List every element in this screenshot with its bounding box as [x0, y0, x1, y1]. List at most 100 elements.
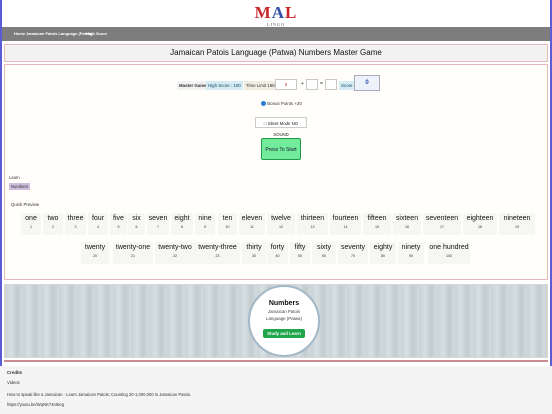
number-card[interactable]: one hundred 100	[428, 242, 470, 264]
number-card[interactable]: five 5	[110, 213, 127, 235]
credits-section: Credits Videos How to speak like a Jamai…	[0, 366, 552, 414]
number-digit: 20	[93, 254, 97, 258]
checkbox-icon: □	[263, 121, 267, 126]
quick-preview-label: Quick Preview	[11, 202, 40, 207]
nav-home-link[interactable]: Home	[14, 31, 25, 36]
number-card[interactable]: four 4	[88, 213, 108, 235]
number-digit: 30	[252, 254, 256, 258]
answer-field[interactable]	[325, 79, 337, 90]
number-card[interactable]: thirty 30	[242, 242, 266, 264]
nav-high-score-link[interactable]: High Score	[86, 31, 107, 36]
number-word: fourteen	[332, 215, 359, 222]
number-word: one	[25, 215, 37, 222]
number-card[interactable]: eight 8	[171, 213, 193, 235]
nav-patois-link[interactable]: Jamaican Patois Language (Patwa)	[26, 31, 93, 36]
number-digit: 17	[440, 225, 444, 229]
number-digit: 80	[381, 254, 385, 258]
number-word: sixty	[317, 244, 331, 251]
number-card[interactable]: eighteen 18	[463, 213, 497, 235]
videos-label: Videos	[7, 380, 20, 385]
number-card[interactable]: one 1	[21, 213, 41, 235]
number-card[interactable]: seventeen 17	[423, 213, 461, 235]
number-card[interactable]: forty 40	[267, 242, 288, 264]
score-value: 0	[354, 75, 380, 91]
number-digit: 70	[351, 254, 355, 258]
start-button[interactable]: Press To Start	[261, 138, 301, 160]
top-navbar: Home Jamaican Patois Language (Patwa) Hi…	[2, 27, 550, 41]
number-word: twenty	[84, 244, 106, 251]
number-word: two	[47, 215, 59, 222]
number-digit: 90	[409, 254, 413, 258]
number-card[interactable]: nineteen 19	[499, 213, 535, 235]
learn-label: Learn	[9, 175, 20, 180]
numbers-topic-card: Numbers Jamaican Patois Language (Patwa)…	[248, 285, 320, 357]
number-card[interactable]: two 2	[43, 213, 63, 235]
number-card[interactable]: fifty 50	[290, 242, 310, 264]
bonus-dot-icon	[261, 101, 266, 107]
number-digit: 15	[375, 225, 379, 229]
number-word: four	[91, 215, 105, 222]
plus-sign: +	[301, 81, 304, 87]
number-card[interactable]: eighty 80	[370, 242, 396, 264]
score-label: Score	[339, 81, 355, 90]
number-card[interactable]: nine 9	[195, 213, 215, 235]
number-word: seven	[148, 215, 168, 222]
numbers-tag[interactable]: Numbers	[9, 183, 30, 190]
number-digit: 18	[478, 225, 482, 229]
logo-letter-a: A	[271, 3, 285, 22]
credits-heading: Credits	[7, 370, 23, 375]
time-limit-label: Time Limit 1800	[244, 81, 280, 90]
number-card[interactable]: fourteen 14	[330, 213, 361, 235]
number-card[interactable]: seventy 70	[338, 242, 368, 264]
credit-video-link[interactable]: https://youtu.be/WqNK74nIbeg	[7, 402, 64, 407]
number-card[interactable]: twenty-three 23	[195, 242, 240, 264]
number-digit: 23	[215, 254, 220, 258]
number-word: thirteen	[300, 215, 325, 222]
number-word: thirty	[246, 244, 262, 251]
number-card[interactable]: twenty-two 22	[155, 242, 195, 264]
number-word: seventeen	[425, 215, 459, 222]
number-card[interactable]: ninety 90	[398, 242, 424, 264]
number-card[interactable]: twenty 20	[81, 242, 109, 264]
number-digit: 21	[131, 254, 135, 258]
number-digit: 10	[225, 225, 230, 229]
number-word: six	[132, 215, 141, 222]
number-word: five	[113, 215, 124, 222]
number-card[interactable]: six 6	[128, 213, 145, 235]
equals-sign: =	[320, 81, 323, 87]
operand-field[interactable]	[306, 79, 318, 90]
number-card[interactable]: ten 10	[218, 213, 237, 235]
number-card[interactable]: three 3	[65, 213, 86, 235]
number-digit: 1	[30, 225, 32, 229]
hero-banner: Numbers Jamaican Patois Language (Patwa)…	[4, 284, 548, 358]
number-word: eighteen	[466, 215, 494, 222]
number-digit: 6	[135, 225, 138, 229]
number-digit: 2	[52, 225, 54, 229]
number-word: nine	[198, 215, 212, 222]
number-card[interactable]: sixty 60	[312, 242, 336, 264]
page-title: Jamaican Patois Language (Patwa) Numbers…	[4, 44, 548, 62]
number-card[interactable]: thirteen 13	[297, 213, 328, 235]
number-word: ten	[222, 215, 233, 222]
number-card[interactable]: sixteen 16	[393, 213, 421, 235]
number-card[interactable]: fifteen 15	[363, 213, 391, 235]
time-value-field[interactable]: 0	[275, 79, 297, 90]
number-card[interactable]: seven 7	[147, 213, 169, 235]
number-card[interactable]: twenty-one 21	[113, 242, 153, 264]
site-logo[interactable]: MAL LINGO	[254, 3, 298, 28]
logo-letter-m: M	[254, 3, 272, 22]
number-digit: 4	[97, 225, 99, 229]
silent-mode-label: Silent Mode NO SOUND	[267, 121, 299, 137]
number-digit: 8	[181, 225, 183, 229]
number-word: three	[67, 215, 84, 222]
number-card[interactable]: twelve 12	[267, 213, 295, 235]
section-divider	[4, 360, 548, 362]
number-digit: 5	[117, 225, 120, 229]
number-digit: 19	[515, 225, 519, 229]
silent-mode-button[interactable]: □ Silent Mode NO SOUND	[255, 117, 307, 137]
number-digit: 22	[173, 254, 177, 258]
number-card[interactable]: eleven 11	[239, 213, 265, 235]
bonus-points: Bonus Points +20	[261, 101, 302, 107]
study-and-learn-button[interactable]: Study and Learn	[263, 329, 305, 338]
logo-letter-l: L	[284, 3, 298, 22]
